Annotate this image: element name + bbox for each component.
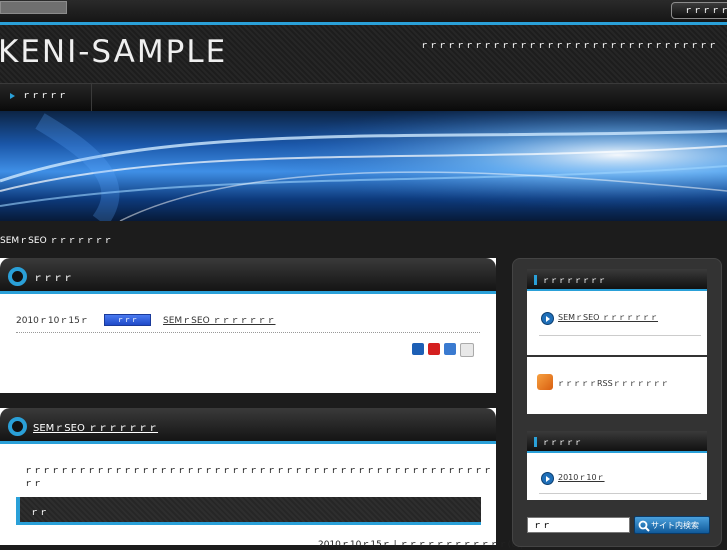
widget-header: ｒｒｒｒｒｒｒｒ xyxy=(527,269,707,291)
nav-item-label: ｒｒｒｒｒ xyxy=(22,91,68,101)
widget-header-bar xyxy=(534,275,537,285)
post-title[interactable]: SEMｒSEO ｒｒｒｒｒｒｒ xyxy=(33,419,158,434)
recent-posts-widget: ｒｒｒｒｒｒｒｒ SEMｒSEO ｒｒｒｒｒｒｒ xyxy=(527,269,707,355)
top-bar-field xyxy=(0,1,67,14)
post-header: SEMｒSEO ｒｒｒｒｒｒｒ xyxy=(0,408,496,444)
site-title[interactable]: KENI-SAMPLE xyxy=(0,34,227,70)
rss-link[interactable]: ｒｒｒｒｒRSSｒｒｒｒｒｒｒ xyxy=(557,378,669,389)
site-description: ｒｒｒｒｒｒｒｒｒｒｒｒｒｒｒｒｒｒｒｒｒｒｒｒｒｒｒｒｒｒｒｒｒ xyxy=(420,41,718,51)
post-subheading: ｒｒ xyxy=(16,497,481,525)
post-subheading-text: ｒｒ xyxy=(30,508,49,518)
news-header: ｒｒｒｒ xyxy=(0,258,496,294)
post-body: ｒｒｒｒｒｒｒｒｒｒｒｒｒｒｒｒｒｒｒｒｒｒｒｒｒｒｒｒｒｒｒｒｒｒｒｒｒｒｒｒ… xyxy=(24,466,493,489)
nav-arrow-icon xyxy=(10,93,15,99)
widget-heading: ｒｒｒｒｒ xyxy=(542,438,582,447)
buzzurl-icon[interactable] xyxy=(444,343,456,355)
divider xyxy=(539,493,701,494)
widget-header-bar xyxy=(534,437,537,447)
archive-link[interactable]: 2010ｒ10ｒ xyxy=(558,472,605,483)
widget-header: ｒｒｒｒｒ xyxy=(527,431,707,453)
ring-icon xyxy=(8,417,27,436)
archive-widget: ｒｒｒｒｒ 2010ｒ10ｒ xyxy=(527,431,707,500)
play-icon xyxy=(541,472,554,485)
global-nav: ｒｒｒｒｒ xyxy=(0,83,727,111)
news-box: ｒｒｒｒ 2010ｒ10ｒ15ｒ ｒｒｒ SEMｒSEO ｒｒｒｒｒｒｒ xyxy=(0,258,496,393)
top-bar-button[interactable]: ｒｒｒｒｒ xyxy=(671,2,727,19)
post-box: SEMｒSEO ｒｒｒｒｒｒｒ ｒｒｒｒｒｒｒｒｒｒｒｒｒｒｒｒｒｒｒｒｒｒｒｒ… xyxy=(0,408,523,550)
breadcrumb[interactable]: SEMｒSEO ｒｒｒｒｒｒｒ xyxy=(0,233,113,246)
search-button-label: サイト内検索 xyxy=(651,521,699,530)
divider xyxy=(16,332,480,333)
post-meta: 2010ｒ10ｒ15ｒ | ｒｒｒｒｒｒｒｒｒｒｒｒ(0)| xyxy=(318,540,524,550)
search-icon xyxy=(638,520,650,532)
news-date: 2010ｒ10ｒ15ｒ xyxy=(16,316,89,326)
sidebar: ｒｒｒｒｒｒｒｒ SEMｒSEO ｒｒｒｒｒｒｒ ｒｒｒｒｒRSSｒｒｒｒｒｒｒ… xyxy=(512,258,722,547)
rss-widget: ｒｒｒｒｒRSSｒｒｒｒｒｒｒ xyxy=(527,357,707,414)
hatena-bookmark-icon[interactable] xyxy=(412,343,424,355)
play-icon xyxy=(541,312,554,325)
search-button[interactable]: サイト内検索 xyxy=(634,516,710,534)
news-link[interactable]: SEMｒSEO ｒｒｒｒｒｒｒ xyxy=(163,313,276,326)
hero-banner-art xyxy=(0,111,727,221)
news-heading: ｒｒｒｒ xyxy=(33,273,73,284)
hero-banner xyxy=(0,111,727,221)
nav-item-home[interactable]: ｒｒｒｒｒ xyxy=(0,84,92,111)
ring-icon xyxy=(8,267,27,286)
divider xyxy=(539,335,701,336)
news-category-badge[interactable]: ｒｒｒ xyxy=(104,314,151,326)
recent-post-link[interactable]: SEMｒSEO ｒｒｒｒｒｒｒ xyxy=(558,312,658,323)
search-input[interactable]: ｒｒ xyxy=(527,517,630,533)
livedoor-clip-icon[interactable] xyxy=(460,343,474,357)
rss-icon[interactable] xyxy=(537,374,553,390)
site-header: KENI-SAMPLE ｒｒｒｒｒｒｒｒｒｒｒｒｒｒｒｒｒｒｒｒｒｒｒｒｒｒｒｒ… xyxy=(0,25,727,83)
top-bar: ｒｒｒｒｒ xyxy=(0,0,727,24)
add-clip-icon[interactable] xyxy=(428,343,440,355)
widget-heading: ｒｒｒｒｒｒｒｒ xyxy=(542,276,606,285)
